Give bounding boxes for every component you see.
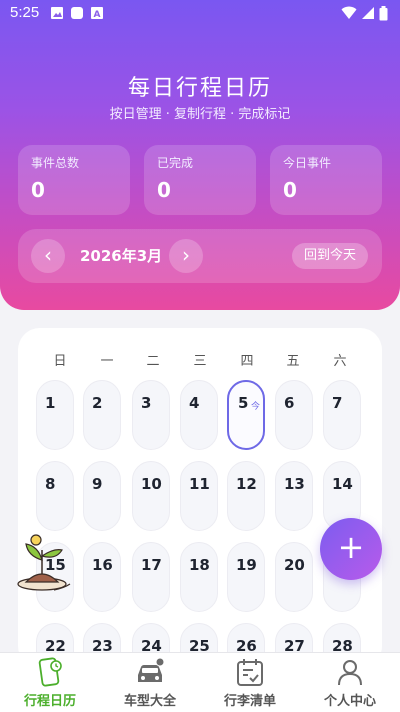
stat-label: 今日事件 <box>283 156 332 170</box>
day-number: 6 <box>284 394 295 412</box>
month-navigator: ‹ 2026年3月 › 回到今天 <box>18 229 382 283</box>
page-title: 每日行程日历 <box>127 76 272 101</box>
calendar-day[interactable]: 1 <box>36 380 74 450</box>
day-number: 9 <box>92 475 103 493</box>
notification-icons: A <box>50 6 104 20</box>
car-icon <box>138 657 165 682</box>
stat-label: 已完成 <box>157 156 194 170</box>
day-number: 10 <box>141 475 162 493</box>
calendar-day[interactable]: 19 <box>227 542 265 612</box>
system-icons <box>341 6 388 21</box>
stat-total-events: 事件总数 0 <box>18 145 130 215</box>
calendar-day[interactable]: 11 <box>180 461 218 531</box>
day-number: 5 <box>238 394 249 412</box>
calendar-day[interactable]: 12 <box>227 461 265 531</box>
calendar-day[interactable]: 20 <box>275 542 313 612</box>
day-number: 16 <box>92 556 113 574</box>
day-number: 4 <box>189 394 200 412</box>
stat-value: 0 <box>157 178 171 202</box>
calendar-card: 日 一 二 三 四 五 六 1 2 3 4 5 今 6 7 8 9 10 11 12 13 14 15 16 17… <box>18 328 382 668</box>
day-number: 14 <box>332 475 353 493</box>
weekday-label: 三 <box>193 354 207 369</box>
nav-label: 个人中心 <box>323 694 376 709</box>
day-number: 12 <box>236 475 257 493</box>
status-time: 5:25 <box>10 4 40 21</box>
day-number: 11 <box>189 475 210 493</box>
status-bar: 5:25 A <box>0 0 400 28</box>
nav-item-car-models[interactable]: 车型大全 <box>100 653 200 712</box>
current-month-label: 2026年3月 <box>80 247 163 265</box>
weekday-label: 一 <box>100 354 114 369</box>
weekday-label: 四 <box>240 354 254 369</box>
calendar-day[interactable]: 16 <box>83 542 121 612</box>
calendar-day[interactable]: 2 <box>83 380 121 450</box>
back-to-today-button[interactable]: 回到今天 <box>291 243 368 269</box>
user-icon <box>338 660 362 686</box>
day-number: 20 <box>284 556 305 574</box>
prev-month-button[interactable]: ‹ <box>31 239 65 273</box>
weekday-label: 二 <box>146 354 160 369</box>
stat-value: 0 <box>283 178 297 202</box>
a-box-icon: A <box>91 7 103 20</box>
day-number: 7 <box>332 394 343 412</box>
nav-item-profile[interactable]: 个人中心 <box>300 653 400 712</box>
calendar-day[interactable]: 13 <box>275 461 313 531</box>
day-number: 13 <box>284 475 305 493</box>
day-number: 19 <box>236 556 257 574</box>
image-icon <box>51 7 63 19</box>
add-event-button[interactable]: + <box>320 518 382 580</box>
day-number: 18 <box>189 556 210 574</box>
calendar-day[interactable]: 17 <box>132 542 170 612</box>
svg-text:A: A <box>94 10 101 20</box>
stat-today-events: 今日事件 0 <box>270 145 382 215</box>
signal-icon <box>362 7 374 19</box>
wifi-icon <box>341 6 357 19</box>
app-notification-icon <box>71 7 83 19</box>
calendar-day[interactable]: 9 <box>83 461 121 531</box>
weekday-label: 六 <box>333 354 347 369</box>
next-month-button[interactable]: › <box>169 239 203 273</box>
nav-label: 行李清单 <box>223 694 276 709</box>
calendar-day[interactable]: 10 <box>132 461 170 531</box>
calendar-day[interactable]: 5今 <box>227 380 265 450</box>
weekday-label: 五 <box>286 354 300 369</box>
stat-completed: 已完成 0 <box>144 145 256 215</box>
nav-label: 行程日历 <box>23 694 76 709</box>
day-number: 17 <box>141 556 162 574</box>
nav-label: 车型大全 <box>123 694 176 709</box>
bottom-nav: 行程日历 车型大全 行李清单 个人中心 <box>0 652 400 712</box>
calendar-day[interactable]: 18 <box>180 542 218 612</box>
nav-item-calendar[interactable]: 行程日历 <box>0 653 100 712</box>
page-subtitle: 按日管理 · 复制行程 · 完成标记 <box>109 107 291 122</box>
day-number: 8 <box>45 475 56 493</box>
nav-item-luggage-list[interactable]: 行李清单 <box>200 653 300 712</box>
weekday-label: 日 <box>53 354 67 369</box>
calendar-day[interactable]: 7 <box>323 380 361 450</box>
phone-calendar-icon <box>38 657 62 687</box>
calendar-day[interactable]: 6 <box>275 380 313 450</box>
calendar-day[interactable]: 8 <box>36 461 74 531</box>
checklist-icon <box>237 659 263 686</box>
day-number: 1 <box>45 394 56 412</box>
calendar-day[interactable]: 4 <box>180 380 218 450</box>
battery-icon <box>379 6 388 21</box>
today-tag: 今 <box>251 402 261 412</box>
calendar-day[interactable]: 3 <box>132 380 170 450</box>
stat-value: 0 <box>31 178 45 202</box>
day-number: 2 <box>92 394 103 412</box>
day-number: 3 <box>141 394 152 412</box>
plant-illustration-icon <box>17 534 71 591</box>
stat-label: 事件总数 <box>31 156 80 170</box>
